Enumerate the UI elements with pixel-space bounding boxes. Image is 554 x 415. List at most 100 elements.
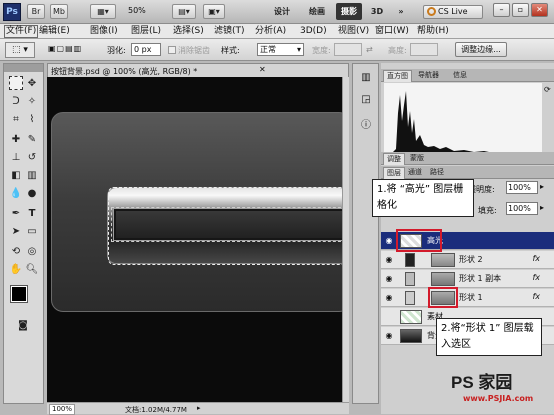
swap-dimensions-icon[interactable]: ⇄ [366, 45, 373, 54]
blur-tool-icon[interactable]: 💧 [9, 186, 23, 200]
menu-edit[interactable]: 编辑(E) [39, 25, 70, 38]
gradient-tool-icon[interactable]: ▥ [25, 168, 39, 182]
fill-input[interactable]: 100% [506, 202, 538, 215]
pen-tool-icon[interactable]: ✒ [9, 206, 23, 220]
cslive-button[interactable]: CS Live [423, 5, 483, 19]
arrange-documents-button[interactable]: ▤▾ [172, 4, 196, 19]
eye-icon[interactable]: ◉ [384, 293, 394, 302]
fx-badge[interactable]: fx [532, 292, 540, 301]
antialias-label: 消除锯齿 [178, 46, 210, 55]
chevron-down-icon[interactable]: ▸ [540, 203, 544, 212]
dodge-tool-icon[interactable]: ● [25, 186, 39, 200]
canvas-vertical-scrollbar[interactable] [342, 77, 349, 402]
workspace-photography[interactable]: 摄影 [336, 3, 362, 20]
healing-brush-icon[interactable]: ✚ [9, 132, 23, 146]
tab-adjustments[interactable]: 调整 [383, 153, 405, 165]
eye-icon[interactable]: ◉ [384, 331, 394, 340]
view-extras-button[interactable]: ▦▾ [90, 4, 116, 19]
antialias-checkbox[interactable] [168, 46, 176, 54]
menu-file[interactable]: 文件(F) [4, 25, 39, 38]
status-arrow-icon[interactable]: ▸ [197, 404, 201, 412]
menu-view[interactable]: 视图(V) [338, 25, 369, 38]
path-selection-icon[interactable]: ➤ [9, 224, 23, 238]
height-input[interactable] [410, 43, 438, 56]
foreground-color-swatch[interactable] [10, 285, 28, 303]
refine-edge-button[interactable]: 调整边缘... [455, 42, 507, 57]
vector-mask-thumbnail [431, 272, 455, 286]
style-select[interactable]: 正常 ▾ [257, 43, 304, 56]
hand-tool-icon[interactable]: ✋ [9, 262, 23, 276]
width-label: 宽度: [312, 46, 331, 55]
layer-row-shape2[interactable]: ◉ 形状 2 fx [381, 251, 554, 269]
workspace-3d[interactable]: 3D [368, 3, 386, 20]
menu-layer[interactable]: 图层(L) [131, 25, 161, 38]
chevron-down-icon[interactable]: ▸ [540, 182, 544, 191]
menu-analysis[interactable]: 分析(A) [255, 25, 286, 38]
tools-header [4, 64, 43, 72]
fx-badge[interactable]: fx [532, 254, 540, 263]
history-brush-icon[interactable]: ↺ [25, 150, 39, 164]
tab-paths[interactable]: 路径 [427, 167, 447, 179]
menu-select[interactable]: 选择(S) [173, 25, 204, 38]
minimize-button[interactable]: – [493, 3, 510, 17]
layer-row-shape1-copy[interactable]: ◉ 形状 1 副本 fx [381, 270, 554, 288]
selection-mode-icons[interactable]: ▣▢▤▥ [48, 44, 92, 56]
opacity-input[interactable]: 100% [506, 181, 538, 194]
brush-tool-icon[interactable]: ✎ [25, 132, 39, 146]
marquee-tool-icon[interactable] [9, 76, 23, 90]
close-icon[interactable]: ✕ [259, 65, 266, 74]
tab-info[interactable]: 信息 [450, 70, 470, 82]
menu-3d[interactable]: 3D(D) [300, 25, 327, 38]
zoom-level[interactable]: 50% [128, 6, 146, 15]
3d-rotate-icon[interactable]: ⟲ [9, 244, 23, 258]
minibridge-button[interactable]: Mb [50, 4, 68, 19]
layer-row-shape1[interactable]: ◉ 形状 1 fx [381, 289, 554, 307]
workspace-more[interactable]: » [395, 3, 407, 20]
width-input[interactable] [334, 43, 362, 56]
cslive-label: CS Live [438, 7, 468, 16]
clone-stamp-icon[interactable]: ⊥ [9, 150, 23, 164]
magic-wand-icon[interactable]: ✧ [25, 94, 39, 108]
tool-preset-picker[interactable]: ⬚ ▾ [5, 42, 35, 58]
feather-input[interactable]: 0 px [131, 43, 161, 56]
dock-histogram-icon[interactable]: ▥ [358, 72, 374, 86]
document-tab[interactable]: 按钮背景.psd @ 100% (高光, RGB/8) * ✕ [47, 63, 349, 77]
menu-image[interactable]: 图像(I) [90, 25, 118, 38]
dock-navigator-icon[interactable]: ◲ [358, 94, 374, 108]
restore-button[interactable]: ▫ [512, 3, 529, 17]
menu-window[interactable]: 窗口(W) [375, 25, 409, 38]
menu-help[interactable]: 帮助(H) [417, 25, 449, 38]
tools-panel: ✥ ᑐ ✧ ⌗ ⌇ ✚ ✎ ⊥ ↺ ◧ ▥ 💧 ● ✒ T ➤ ▭ ⟲ ◎ ✋ … [3, 63, 44, 404]
shape-tool-icon[interactable]: ▭ [25, 224, 39, 238]
tab-masks[interactable]: 蒙版 [407, 153, 427, 165]
status-zoom[interactable]: 100% [49, 404, 76, 415]
eye-icon[interactable]: ◉ [384, 274, 394, 283]
zoom-tool-icon[interactable]: 🔍︎ [25, 262, 39, 276]
move-tool-icon[interactable]: ✥ [25, 76, 39, 90]
document-canvas[interactable] [47, 77, 342, 402]
menu-filter[interactable]: 滤镜(T) [214, 25, 245, 38]
close-button[interactable]: ✕ [531, 3, 548, 17]
eye-icon[interactable]: ◉ [384, 236, 394, 245]
fx-badge[interactable]: fx [532, 273, 540, 282]
tab-channels[interactable]: 通道 [405, 167, 425, 179]
lasso-tool-icon[interactable]: ᑐ [9, 94, 23, 108]
screen-mode-button[interactable]: ▣▾ [203, 4, 225, 19]
workspace-design[interactable]: 设计 [270, 3, 294, 20]
3d-orbit-icon[interactable]: ◎ [25, 244, 39, 258]
quick-mask-icon[interactable]: ◙ [16, 318, 30, 332]
eye-icon[interactable]: ◉ [384, 312, 394, 321]
bridge-button[interactable]: Br [27, 4, 45, 19]
eye-icon[interactable]: ◉ [384, 255, 394, 264]
eyedropper-icon[interactable]: ⌇ [25, 112, 39, 126]
dock-info-icon[interactable]: ⓘ [358, 116, 374, 131]
crop-tool-icon[interactable]: ⌗ [9, 112, 23, 126]
watermark-logo: PS 家园 www.PSJIA.com [451, 368, 551, 412]
tab-layers[interactable]: 图层 [383, 167, 405, 179]
tab-histogram[interactable]: 直方图 [383, 70, 412, 82]
type-tool-icon[interactable]: T [25, 206, 39, 220]
workspace-painting[interactable]: 绘画 [305, 3, 329, 20]
tab-navigator[interactable]: 导航器 [415, 70, 442, 82]
eraser-icon[interactable]: ◧ [9, 168, 23, 182]
histogram-refresh-icon[interactable]: ⟳ [544, 85, 551, 94]
